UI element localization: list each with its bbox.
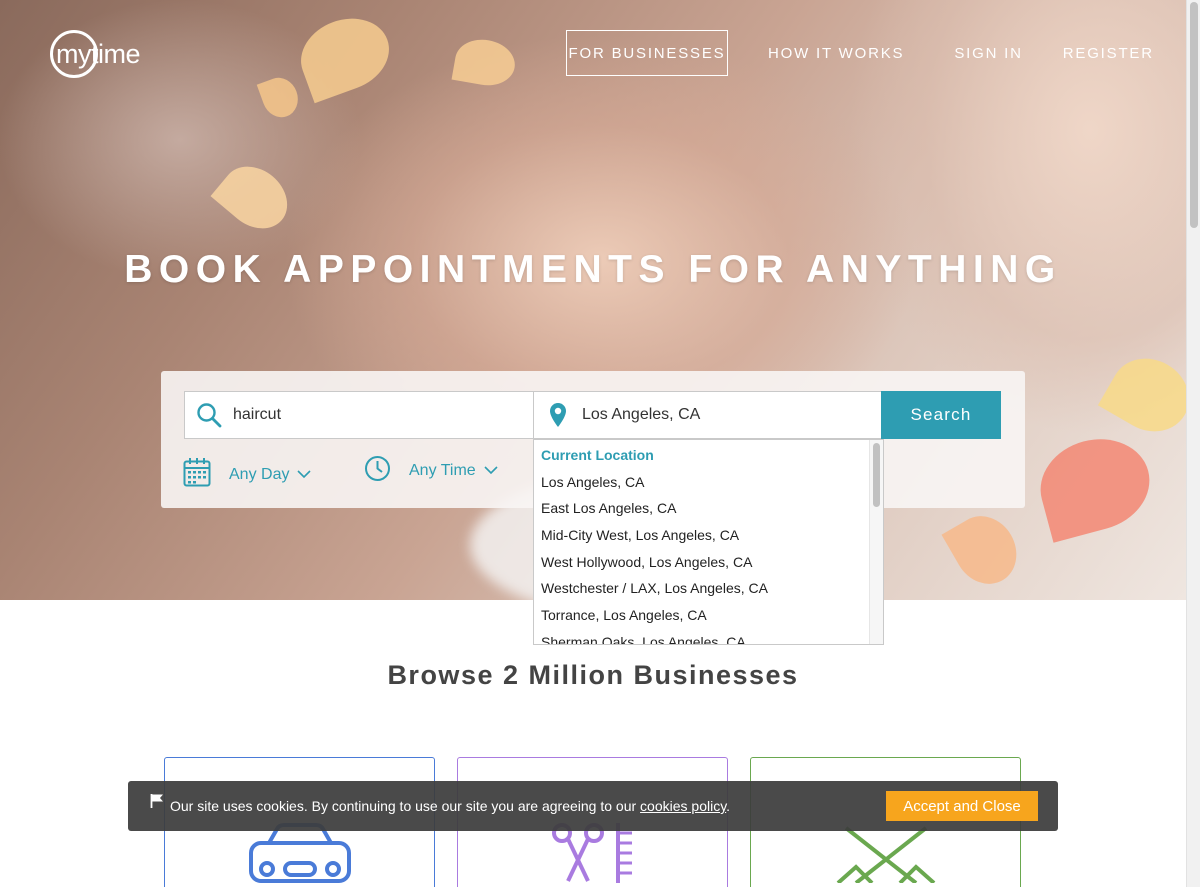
time-filter-label: Any Time (409, 462, 476, 479)
search-button[interactable]: Search (881, 391, 1001, 439)
suggestion-item[interactable]: West Hollywood, Los Angeles, CA (534, 549, 883, 576)
petal-decoration (1097, 344, 1186, 446)
cookie-period: . (726, 798, 731, 814)
petal-decoration (290, 6, 400, 104)
location-search-input[interactable] (582, 406, 842, 424)
petal-decoration (256, 72, 304, 123)
suggestion-item[interactable]: Los Angeles, CA (534, 469, 883, 496)
service-search-input[interactable] (233, 406, 493, 424)
service-search-field[interactable] (184, 391, 534, 439)
petal-decoration (451, 35, 519, 90)
suggestion-item[interactable]: Sherman Oaks, Los Angeles, CA (534, 629, 883, 644)
accept-and-close-button[interactable]: Accept and Close (886, 791, 1038, 821)
day-filter-label: Any Day (229, 465, 290, 483)
browse-title: Browse 2 Million Businesses (387, 660, 799, 690)
nav-sign-in[interactable]: SIGN IN (954, 45, 1022, 62)
page-scrollbar[interactable] (1186, 0, 1200, 887)
cookie-banner: Our site uses cookies. By continuing to … (128, 781, 1058, 831)
location-pin-icon (534, 392, 582, 438)
hero-title: BOOK APPOINTMENTS FOR ANYTHING (124, 248, 1062, 291)
petal-decoration (210, 153, 300, 242)
page-scrollbar-thumb[interactable] (1190, 2, 1198, 228)
day-filter[interactable]: Any Day (183, 457, 312, 492)
petal-decoration (941, 504, 1029, 596)
mytime-logo[interactable]: mytime (50, 30, 141, 78)
suggestion-current-location[interactable]: Current Location (534, 442, 883, 469)
location-search-field[interactable] (533, 391, 882, 439)
chevron-down-icon (297, 466, 312, 484)
location-suggestions-dropdown: Current Location Los Angeles, CA East Lo… (533, 439, 884, 645)
logo-circle-icon (50, 30, 98, 78)
top-nav: FOR BUSINESSES HOW IT WORKS SIGN IN REGI… (566, 30, 1154, 76)
spa-icon (836, 826, 935, 883)
chevron-down-icon (484, 462, 498, 480)
cookies-policy-link[interactable]: cookies policy (640, 798, 726, 814)
clock-icon (364, 455, 391, 487)
flag-icon (150, 793, 164, 813)
scissors-comb-icon (551, 823, 632, 883)
cookie-message: Our site uses cookies. By continuing to … (170, 798, 730, 814)
car-icon (248, 823, 351, 883)
nav-register[interactable]: REGISTER (1063, 45, 1154, 62)
petal-decoration (1030, 427, 1160, 543)
suggestion-item[interactable]: East Los Angeles, CA (534, 495, 883, 522)
dropdown-scrollbar[interactable] (869, 440, 883, 644)
suggestion-item[interactable]: Mid-City West, Los Angeles, CA (534, 522, 883, 549)
dropdown-scrollbar-thumb[interactable] (873, 443, 880, 507)
suggestion-item[interactable]: Westchester / LAX, Los Angeles, CA (534, 575, 883, 602)
search-icon (185, 392, 233, 438)
suggestion-item[interactable]: Torrance, Los Angeles, CA (534, 602, 883, 629)
nav-for-businesses[interactable]: FOR BUSINESSES (566, 30, 728, 76)
calendar-icon (183, 457, 211, 492)
nav-how-it-works[interactable]: HOW IT WORKS (768, 45, 904, 62)
time-filter[interactable]: Any Time (364, 455, 498, 487)
cookie-text: Our site uses cookies. By continuing to … (170, 798, 637, 814)
